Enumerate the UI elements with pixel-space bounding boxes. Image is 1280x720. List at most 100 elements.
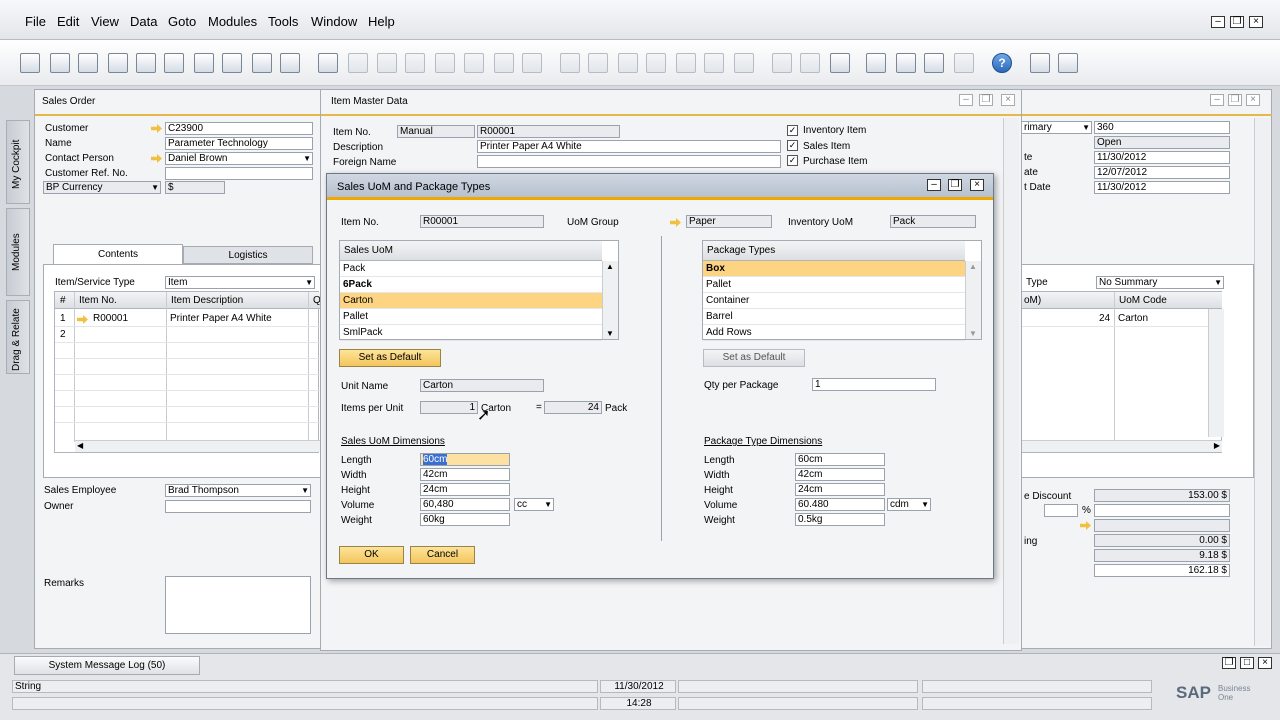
minimize-icon[interactable]: –	[1210, 94, 1224, 106]
maximize-icon[interactable]: □	[1240, 657, 1254, 669]
restore-icon[interactable]: ❐	[948, 179, 962, 191]
move-icon[interactable]	[252, 53, 272, 73]
item-no-field[interactable]: R00001	[477, 125, 620, 138]
first-record-icon[interactable]	[377, 53, 397, 73]
menu-file[interactable]: File	[25, 14, 46, 29]
item-type-select[interactable]: Item ▼	[165, 276, 315, 289]
vertical-scrollbar[interactable]: ▲ ▼	[602, 261, 618, 339]
sales-weight-field[interactable]: 60kg	[420, 513, 510, 526]
link-arrow-icon[interactable]	[1080, 521, 1091, 530]
contact-person-select[interactable]: Daniel Brown ▼	[165, 152, 313, 165]
menu-data[interactable]: Data	[130, 14, 157, 29]
send-icon[interactable]	[108, 53, 128, 73]
table-row[interactable]: 2	[55, 327, 320, 343]
close-icon[interactable]: ×	[1258, 657, 1272, 669]
customer-ref-field[interactable]	[165, 167, 313, 180]
list-item[interactable]: Barrel	[703, 309, 965, 325]
list-item[interactable]: Pack	[340, 261, 602, 277]
close-icon[interactable]: ×	[1246, 94, 1260, 106]
word-icon[interactable]	[194, 53, 214, 73]
package-volume-unit-select[interactable]: cdm ▼	[887, 498, 931, 511]
discount-percent-field[interactable]	[1044, 504, 1078, 517]
inventory-item-checkbox[interactable]: ✓	[787, 125, 798, 136]
save-icon[interactable]	[136, 53, 156, 73]
help-icon[interactable]: ?	[992, 53, 1012, 73]
menu-view[interactable]: View	[91, 14, 119, 29]
previous-record-icon[interactable]	[405, 53, 425, 73]
next-record-icon[interactable]	[435, 53, 455, 73]
package-length-field[interactable]: 60cm	[795, 453, 885, 466]
close-icon[interactable]: ×	[970, 179, 984, 191]
document-icon[interactable]	[800, 53, 820, 73]
pdf-icon[interactable]	[222, 53, 242, 73]
pipeline-icon[interactable]	[954, 53, 974, 73]
sales-employee-select[interactable]: Brad Thompson ▼	[165, 484, 311, 497]
description-field[interactable]: Printer Paper A4 White	[477, 140, 781, 153]
restore-icon[interactable]: ❐	[979, 94, 993, 106]
name-field[interactable]: Parameter Technology	[165, 137, 313, 150]
sales-volume-unit-select[interactable]: cc ▼	[514, 498, 554, 511]
find-icon[interactable]	[318, 53, 338, 73]
ok-button[interactable]: OK	[339, 546, 404, 564]
table-row[interactable]: 1 R00001 Printer Paper A4 White	[55, 311, 320, 327]
restore-icon[interactable]: ❐	[1230, 16, 1244, 28]
layout-icon[interactable]	[704, 53, 724, 73]
minimize-icon[interactable]: –	[927, 179, 941, 191]
menu-help[interactable]: Help	[368, 14, 395, 29]
horizontal-scrollbar[interactable]: ◀	[75, 440, 320, 452]
package-width-field[interactable]: 42cm	[795, 468, 885, 481]
link-arrow-icon[interactable]	[670, 218, 681, 227]
minimize-icon[interactable]: –	[959, 94, 973, 106]
bp-currency-field[interactable]: $	[165, 181, 225, 194]
items-per-unit-field[interactable]: 1	[420, 401, 478, 414]
tab-contents[interactable]: Contents	[53, 244, 183, 264]
table-row[interactable]: 24 Carton	[1022, 311, 1222, 327]
sales-length-field[interactable]: 60cm	[420, 453, 510, 466]
excel-icon[interactable]	[164, 53, 184, 73]
list-item[interactable]: 6Pack	[340, 277, 602, 293]
menu-edit[interactable]: Edit	[57, 14, 79, 29]
tab-logistics[interactable]: Logistics	[183, 246, 313, 264]
tab-my-cockpit[interactable]: My Cockpit	[6, 120, 30, 204]
print-icon[interactable]	[50, 53, 70, 73]
transaction-journal-icon[interactable]	[676, 53, 696, 73]
discount-field[interactable]	[1094, 504, 1230, 517]
foreign-name-field[interactable]	[477, 155, 781, 168]
link-arrow-icon[interactable]	[77, 315, 88, 324]
form-settings-icon[interactable]	[1058, 53, 1078, 73]
package-height-field[interactable]: 24cm	[795, 483, 885, 496]
purchase-item-checkbox[interactable]: ✓	[787, 155, 798, 166]
target-document-icon[interactable]	[588, 53, 608, 73]
add-icon[interactable]	[348, 53, 368, 73]
menu-modules[interactable]: Modules	[208, 14, 257, 29]
sales-width-field[interactable]: 42cm	[420, 468, 510, 481]
menu-goto[interactable]: Goto	[168, 14, 196, 29]
set-default-package-button[interactable]: Set as Default	[703, 349, 805, 367]
edit-icon[interactable]	[772, 53, 792, 73]
list-item[interactable]: Box	[703, 261, 965, 277]
list-item[interactable]: Container	[703, 293, 965, 309]
checklist-icon[interactable]	[866, 53, 886, 73]
unit-name-field[interactable]: Carton	[420, 379, 544, 392]
package-volume-field[interactable]: 60.480	[795, 498, 885, 511]
calendar-icon[interactable]	[924, 53, 944, 73]
menu-window[interactable]: Window	[311, 14, 357, 29]
set-default-uom-button[interactable]: Set as Default	[339, 349, 441, 367]
base-document-icon[interactable]	[560, 53, 580, 73]
restore-icon[interactable]: ❐	[1228, 94, 1242, 106]
list-item[interactable]: Pallet	[340, 309, 602, 325]
package-weight-field[interactable]: 0.5kg	[795, 513, 885, 526]
close-icon[interactable]: ×	[1001, 94, 1015, 106]
horizontal-scrollbar[interactable]: ▶	[1022, 440, 1222, 452]
last-record-icon[interactable]	[464, 53, 484, 73]
settings-icon[interactable]	[734, 53, 754, 73]
summary-type-select[interactable]: No Summary ▼	[1096, 276, 1224, 289]
numbering-mode-select[interactable]: Manual	[397, 125, 475, 138]
preview-icon[interactable]	[20, 53, 40, 73]
sales-height-field[interactable]: 24cm	[420, 483, 510, 496]
close-icon[interactable]: ×	[1249, 16, 1263, 28]
list-item[interactable]: SmlPack	[340, 325, 602, 341]
sort-icon[interactable]	[522, 53, 542, 73]
vertical-scrollbar[interactable]	[1208, 309, 1224, 437]
cancel-button[interactable]: Cancel	[410, 546, 475, 564]
